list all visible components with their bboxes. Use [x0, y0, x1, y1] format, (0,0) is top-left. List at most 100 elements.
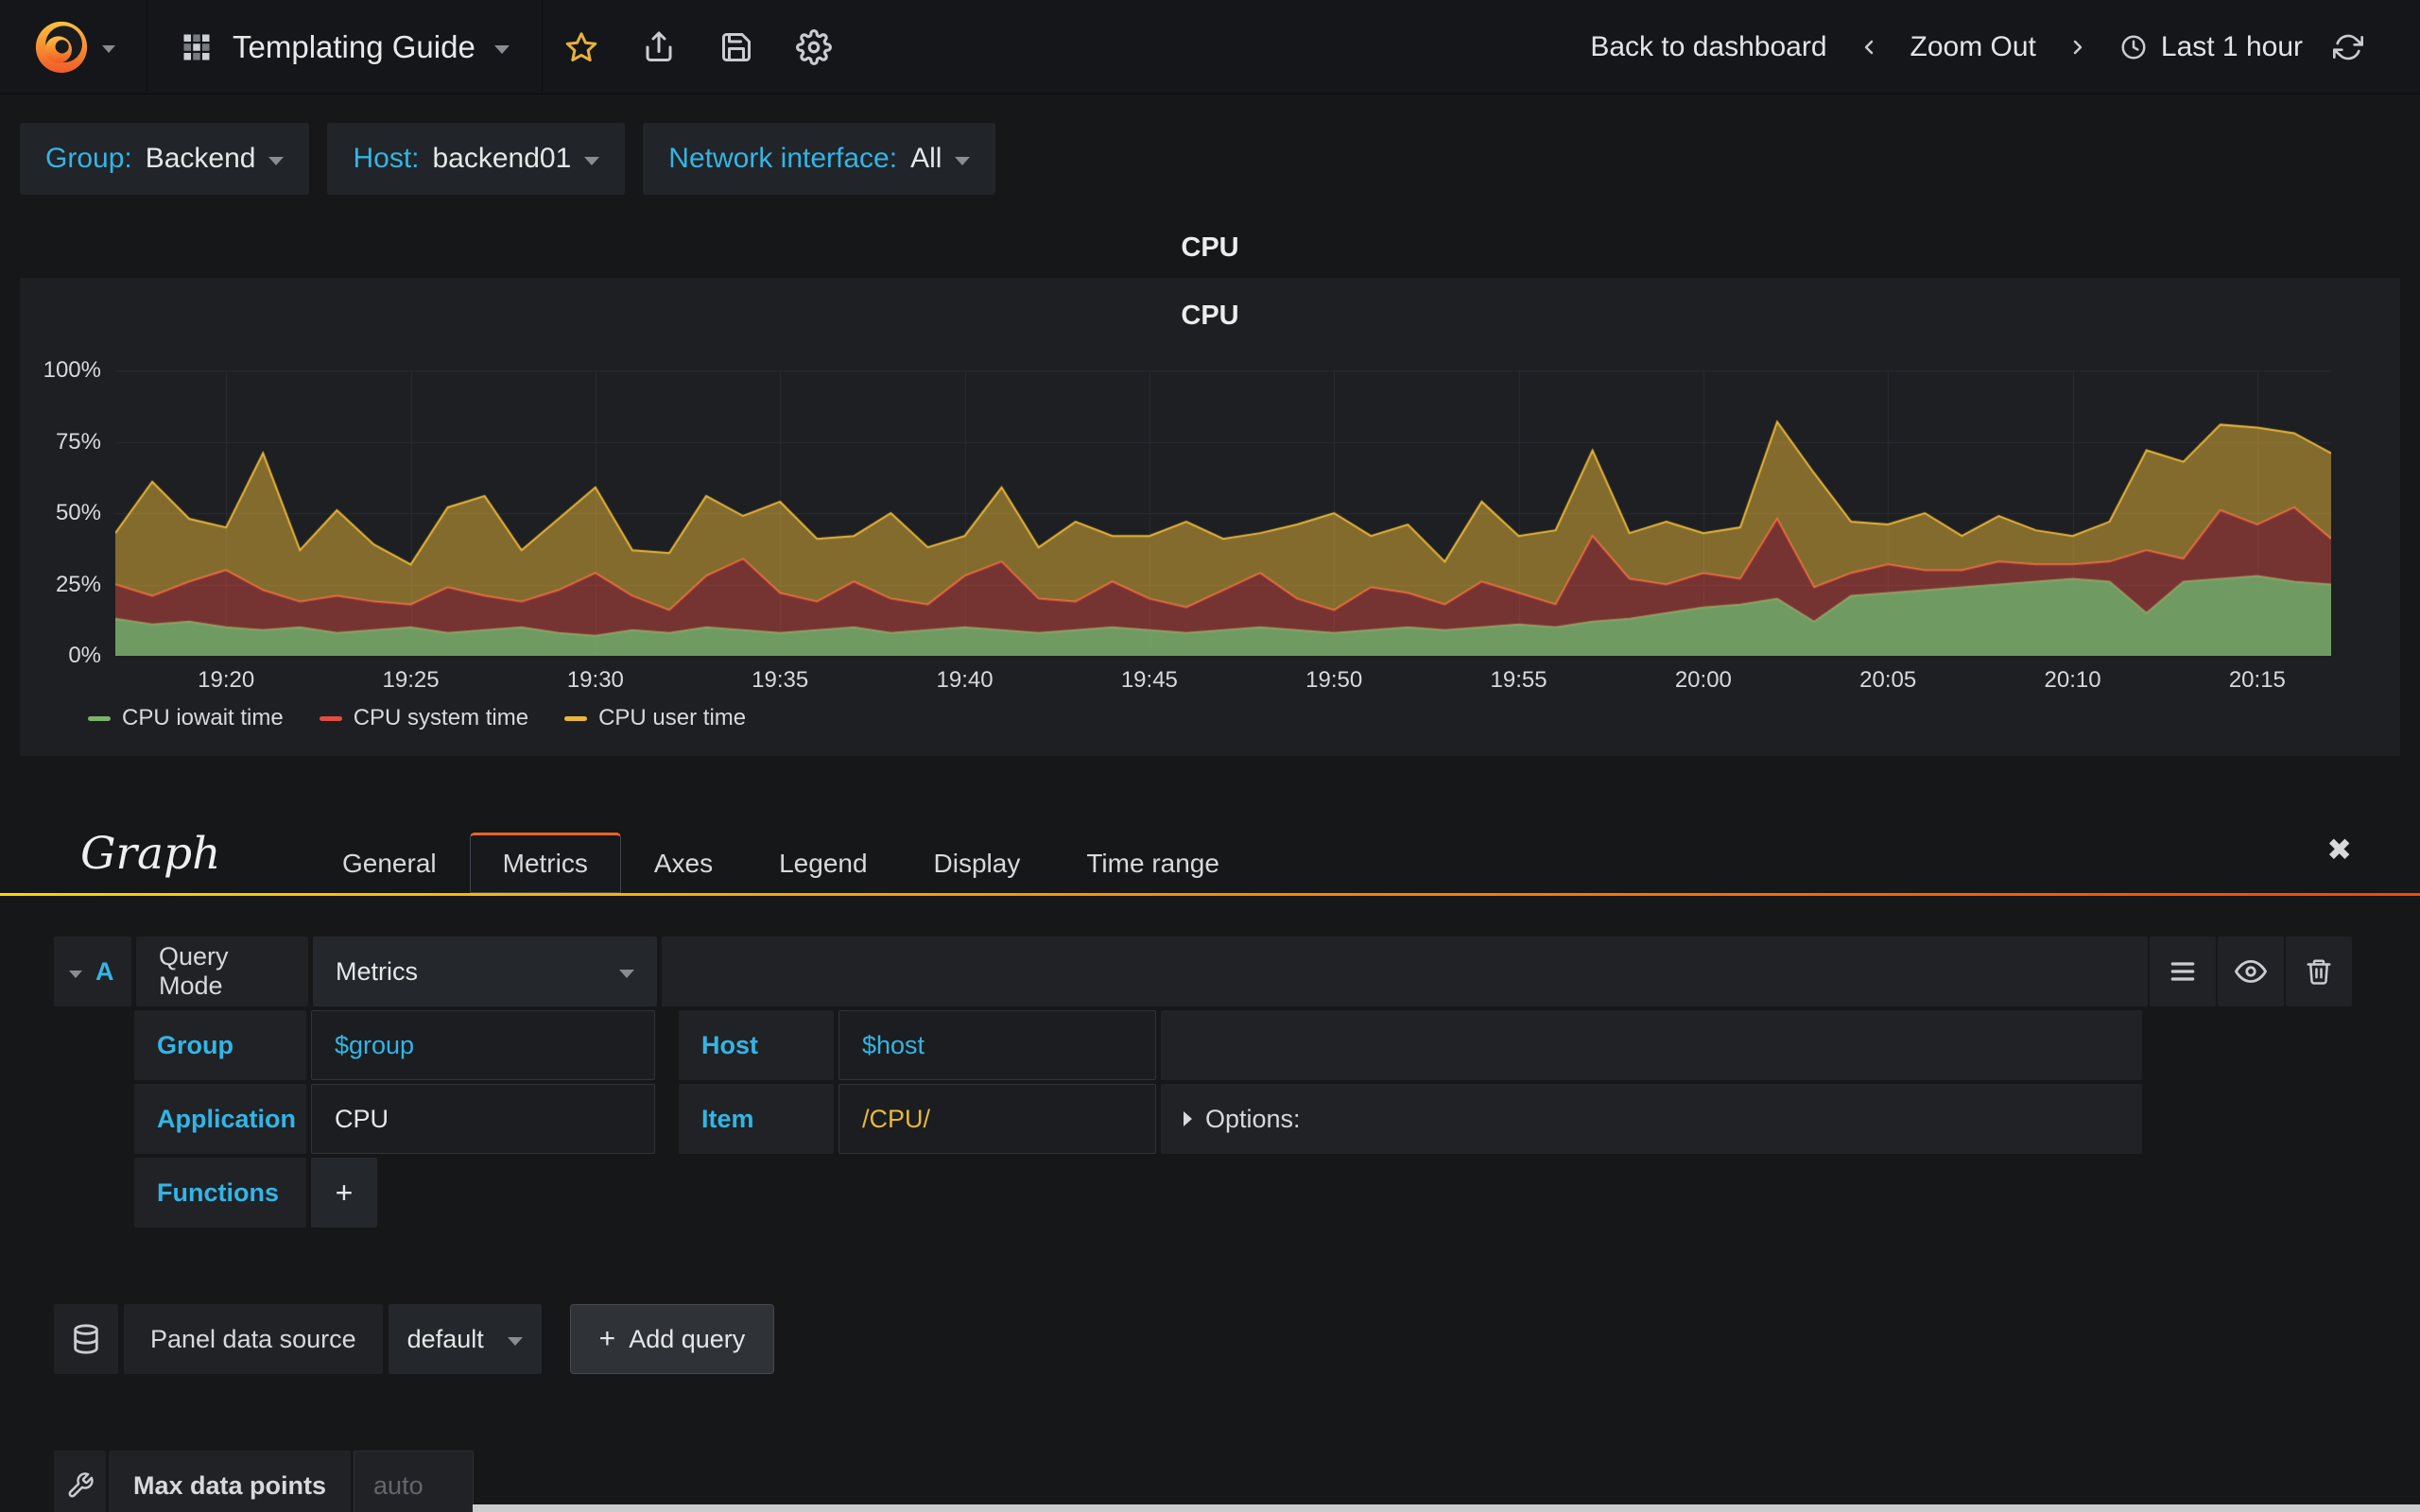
tab-metrics[interactable]: Metrics	[469, 833, 621, 893]
query-row-group-host: Group $group Host $host	[134, 1010, 2142, 1080]
eye-icon	[2235, 959, 2267, 984]
time-range-label: Last 1 hour	[2160, 30, 2303, 62]
share-button[interactable]	[620, 0, 698, 94]
settings-button[interactable]	[775, 0, 853, 94]
x-axis-tick-label: 19:45	[1120, 667, 1178, 693]
caret-down-icon	[584, 157, 600, 165]
dashboard-title: Templating Guide	[233, 28, 475, 64]
variable-dropdown-network-interface[interactable]: Network interface: All	[643, 123, 996, 195]
query-collapse-toggle[interactable]: A	[54, 936, 131, 1006]
back-to-dashboard-link[interactable]: Back to dashboard	[1590, 31, 1826, 63]
query-visibility-button[interactable]	[2218, 936, 2284, 1006]
navbar: Templating Guide Back to dashboard Zoom …	[0, 0, 2420, 94]
options-toggle[interactable]: Options:	[1161, 1084, 2142, 1154]
navbar-right-group: Back to dashboard Zoom Out Last 1 hour	[1590, 0, 2420, 94]
save-icon	[721, 32, 751, 61]
time-picker-button[interactable]: Last 1 hour	[2119, 31, 2303, 63]
x-axis-tick-label: 19:55	[1490, 667, 1547, 693]
legend-item-cpu-system-time[interactable]: CPU system time	[319, 705, 529, 731]
trash-icon	[2307, 959, 2331, 985]
y-axis-labels: 0% 25% 50% 75% 100%	[20, 357, 101, 668]
time-shift-forward-button[interactable]	[2066, 33, 2089, 61]
tab-display[interactable]: Display	[901, 833, 1054, 893]
variable-label: Group:	[45, 143, 132, 174]
query-row-a: A Query Mode Metrics	[54, 936, 2352, 1006]
x-axis-tick-label: 19:40	[936, 667, 994, 693]
query-row-filler	[662, 936, 2148, 1006]
variable-value: All	[910, 143, 942, 174]
host-value-field[interactable]: $host	[838, 1010, 1156, 1080]
query-mode-select[interactable]: Metrics	[313, 936, 657, 1006]
plot-area[interactable]	[115, 370, 2331, 656]
variable-value: backend01	[432, 143, 572, 174]
add-function-button[interactable]: +	[311, 1158, 377, 1228]
select-caret-icon	[507, 1337, 523, 1346]
grafana-logo-menu[interactable]	[0, 0, 147, 94]
application-label-cell: Application	[134, 1084, 306, 1154]
legend-label: CPU system time	[353, 705, 529, 730]
wrench-icon-cell	[54, 1451, 106, 1512]
query-row-application-item: Application CPU Item /CPU/ Options:	[134, 1084, 2142, 1154]
legend-swatch	[319, 715, 342, 721]
add-query-button[interactable]: + Add query	[569, 1304, 775, 1374]
datasource-row: Panel data source default + Add query	[54, 1304, 775, 1374]
time-shift-back-button[interactable]	[1858, 33, 1880, 61]
hamburger-icon	[2170, 962, 2195, 981]
y-axis-tick-label: 50%	[55, 500, 101, 525]
save-button[interactable]	[698, 0, 775, 94]
legend-item-cpu-iowait-time[interactable]: CPU iowait time	[88, 705, 284, 731]
x-axis-tick-label: 20:05	[1859, 667, 1917, 693]
datasource-select[interactable]: default	[388, 1304, 542, 1374]
panel-header-title[interactable]: CPU	[0, 232, 2420, 264]
variable-label: Network interface:	[668, 143, 898, 174]
legend-label: CPU user time	[598, 705, 747, 730]
collapse-caret-icon	[69, 970, 82, 978]
application-value-field[interactable]: CPU	[311, 1084, 655, 1154]
tab-time-range[interactable]: Time range	[1053, 833, 1253, 893]
item-value-field[interactable]: /CPU/	[838, 1084, 1156, 1154]
max-data-points-label-cell: Max data points	[109, 1451, 352, 1512]
x-axis-tick-label: 19:20	[198, 667, 255, 693]
tab-axes[interactable]: Axes	[621, 833, 746, 893]
variable-dropdown-host[interactable]: Host: backend01	[327, 123, 626, 195]
y-axis-tick-label: 100%	[43, 357, 101, 383]
x-axis-tick-label: 20:10	[2044, 667, 2101, 693]
datasource-label-cell: Panel data source	[124, 1304, 383, 1374]
star-button[interactable]	[543, 0, 620, 94]
variable-dropdown-group[interactable]: Group: Backend	[20, 123, 310, 195]
legend-label: CPU iowait time	[122, 705, 284, 730]
dashboard-grid-icon	[183, 34, 210, 60]
y-axis-tick-label: 75%	[55, 428, 101, 455]
chevron-left-icon	[1864, 40, 1873, 54]
wrench-icon	[68, 1472, 94, 1498]
caret-down-icon	[955, 157, 971, 165]
max-data-points-input[interactable]	[354, 1451, 475, 1512]
legend-item-cpu-user-time[interactable]: CPU user time	[564, 705, 746, 731]
legend-swatch	[564, 715, 588, 721]
close-editor-button[interactable]: ✖	[2326, 832, 2352, 868]
share-icon	[646, 31, 672, 61]
query-delete-button[interactable]	[2286, 936, 2352, 1006]
query-letter: A	[95, 956, 114, 986]
chart-canvas[interactable]	[115, 370, 2331, 656]
legend: CPU iowait time CPU system time CPU user t…	[88, 705, 746, 731]
zoom-out-button[interactable]: Zoom Out	[1910, 31, 2036, 63]
group-value-field[interactable]: $group	[311, 1010, 655, 1080]
host-label-cell: Host	[679, 1010, 834, 1080]
tab-general[interactable]: General	[309, 833, 470, 893]
query-menu-button[interactable]	[2150, 936, 2216, 1006]
dashboard-title-menu[interactable]: Templating Guide	[147, 0, 543, 94]
gear-icon	[795, 28, 832, 65]
panel-type-label: Graph	[80, 828, 221, 880]
variable-value: Backend	[145, 143, 256, 174]
options-caret-icon	[1184, 1111, 1192, 1126]
x-axis-tick-label: 19:25	[382, 667, 440, 693]
x-axis-labels: 19:20 19:25 19:30 19:35 19:40 19:45 19:50 19:55…	[115, 667, 2331, 696]
tab-legend[interactable]: Legend	[746, 833, 900, 893]
graph-panel: CPU 0% 25% 50% 75% 100% 19:20 19:25 19:30 19:35…	[20, 278, 2400, 756]
refresh-button[interactable]	[2333, 32, 2363, 62]
logo-caret-icon	[101, 45, 115, 53]
panel-editor-header: Graph General Metrics Axes Legend Display Tim…	[0, 818, 2420, 893]
grafana-logo-icon	[35, 21, 87, 73]
variable-label: Host:	[353, 143, 420, 174]
